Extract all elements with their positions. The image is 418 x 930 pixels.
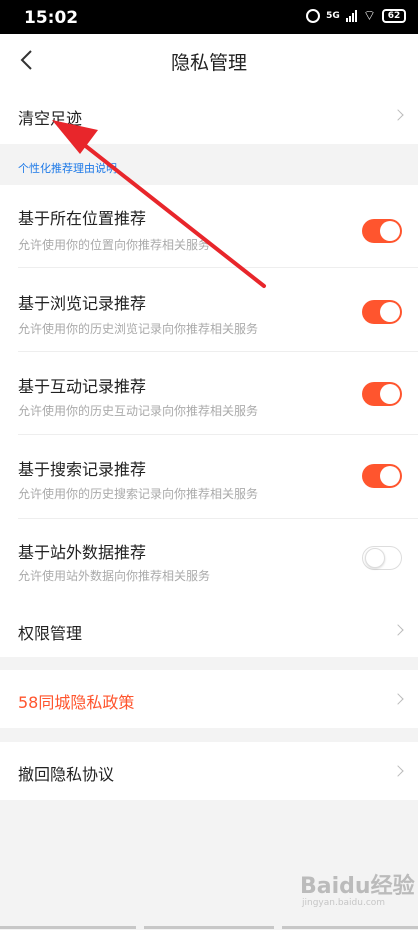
watermark-url: jingyan.baidu.com (302, 898, 386, 908)
browsing-toggle[interactable] (362, 300, 402, 324)
clear-history-row[interactable]: 清空足迹 (0, 86, 418, 144)
status-icons: 5G ⌔ 62 (306, 9, 406, 23)
toggle-knob (380, 384, 400, 404)
recommend-item-title: 基于站外数据推荐 (18, 543, 147, 562)
recommend-item-title: 基于搜索记录推荐 (18, 460, 147, 479)
nav-bar: 隐私管理 (0, 34, 418, 86)
status-time: 15:02 (24, 8, 79, 28)
toggle-knob (380, 466, 400, 486)
permission-label: 权限管理 (18, 624, 83, 643)
interaction-toggle[interactable] (362, 382, 402, 406)
watermark: Baidu经验 (300, 874, 415, 899)
toggle-knob (380, 221, 400, 241)
network-type-icon: 5G (326, 11, 340, 21)
privacy-policy-row[interactable]: 58同城隐私政策 (0, 670, 418, 728)
search-toggle[interactable] (362, 464, 402, 488)
clear-history-label: 清空足迹 (18, 109, 83, 128)
recommend-item-title: 基于所在位置推荐 (18, 209, 147, 228)
recommend-item-subtitle: 允许使用你的位置向你推荐相关服务 (18, 238, 211, 252)
permission-row[interactable]: 权限管理 (0, 602, 418, 657)
recommend-item-offsite: 基于站外数据推荐 允许使用站外数据向你推荐相关服务 (0, 518, 418, 601)
signal-icon (345, 10, 357, 22)
chevron-right-icon (392, 765, 404, 777)
privacy-policy-label: 58同城隐私政策 (18, 693, 135, 712)
recommend-item-title: 基于互动记录推荐 (18, 377, 147, 396)
battery-icon: 62 (382, 9, 406, 23)
toggle-knob (380, 302, 400, 322)
recommend-item-subtitle: 允许使用你的历史浏览记录向你推荐相关服务 (18, 322, 259, 336)
section-header: 个性化推荐理由说明 (18, 162, 117, 175)
recommend-item-interaction: 基于互动记录推荐 允许使用你的历史互动记录向你推荐相关服务 (0, 352, 418, 435)
recommend-item-subtitle: 允许使用站外数据向你推荐相关服务 (18, 569, 211, 583)
chevron-right-icon (392, 109, 404, 121)
home-indicator (0, 924, 418, 930)
recommend-item-browsing: 基于浏览记录推荐 允许使用你的历史浏览记录向你推荐相关服务 (0, 268, 418, 352)
chevron-right-icon (392, 624, 404, 636)
recommend-item-search: 基于搜索记录推荐 允许使用你的历史搜索记录向你推荐相关服务 (0, 435, 418, 519)
toggle-knob (365, 548, 385, 568)
recommend-item-title: 基于浏览记录推荐 (18, 294, 147, 313)
revoke-label: 撤回隐私协议 (18, 765, 115, 784)
recommend-item-location: 基于所在位置推荐 允许使用你的位置向你推荐相关服务 (0, 185, 418, 268)
wifi-icon: ⌔ (362, 8, 376, 24)
revoke-row[interactable]: 撤回隐私协议 (0, 742, 418, 800)
alarm-icon (306, 9, 321, 23)
location-toggle[interactable] (362, 219, 402, 243)
recommend-item-subtitle: 允许使用你的历史搜索记录向你推荐相关服务 (18, 487, 259, 501)
page-title: 隐私管理 (170, 52, 247, 74)
chevron-right-icon (392, 693, 404, 705)
status-bar: 15:02 5G ⌔ 62 (0, 0, 418, 34)
recommend-item-subtitle: 允许使用你的历史互动记录向你推荐相关服务 (18, 404, 259, 418)
offsite-toggle[interactable] (362, 546, 402, 570)
